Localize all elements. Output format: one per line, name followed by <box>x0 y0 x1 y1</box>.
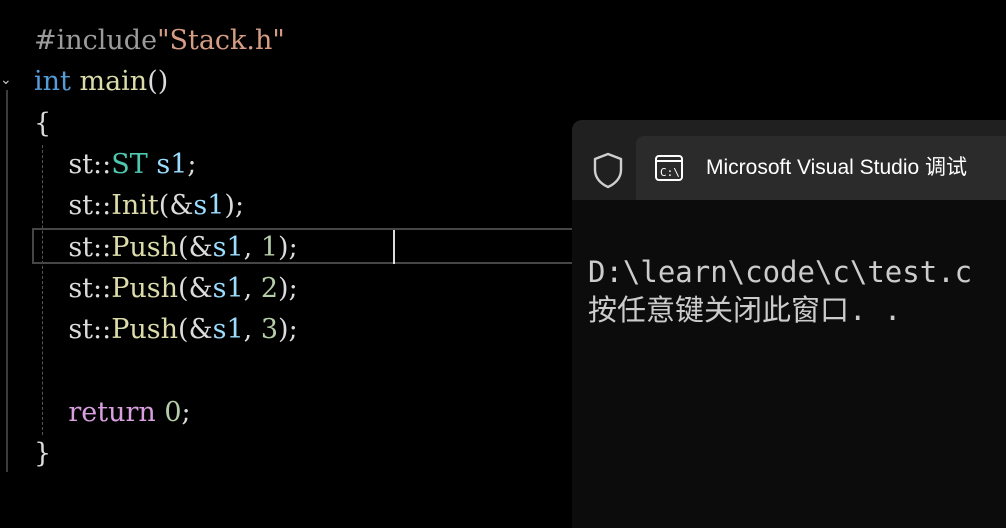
code-line[interactable]: st::ST s1; <box>34 145 197 185</box>
console-tab[interactable]: C:\ Microsoft Visual Studio 调试 <box>636 136 1006 200</box>
code-token: Push <box>111 314 179 346</box>
code-token: "Stack.h" <box>157 25 285 56</box>
code-token: st:: <box>34 190 112 222</box>
code-token: (& <box>178 231 213 263</box>
code-token: st:: <box>34 272 112 304</box>
code-token: , <box>243 231 261 263</box>
code-token: (& <box>178 272 213 304</box>
code-token: s1 <box>212 314 244 346</box>
code-token: (& <box>158 190 194 222</box>
code-line[interactable]: { <box>34 104 51 144</box>
code-line[interactable]: st::Push(&s1, 3); <box>34 310 298 350</box>
svg-text:C:\: C:\ <box>660 166 680 179</box>
code-token: 2 <box>260 272 279 304</box>
code-token: ); <box>278 272 298 304</box>
console-output-line: 按任意键关闭此窗口. . <box>588 293 902 327</box>
code-token: , <box>243 314 261 346</box>
console-titlebar[interactable]: C:\ Microsoft Visual Studio 调试 <box>572 120 1006 200</box>
code-token: s1 <box>212 231 244 263</box>
code-token: ); <box>278 314 298 346</box>
code-token: 1 <box>260 231 279 263</box>
code-token: #include <box>34 25 158 56</box>
code-token: st:: <box>34 148 112 180</box>
code-line[interactable]: #include"Stack.h" <box>34 21 285 61</box>
console-output-line: D:\learn\code\c\test.c <box>588 255 973 289</box>
code-token: main <box>79 66 148 98</box>
code-line[interactable]: st::Push(&s1, 1); <box>34 228 298 268</box>
code-token: (& <box>178 314 213 346</box>
code-token: ST <box>111 148 148 180</box>
code-token: st:: <box>34 314 112 346</box>
code-token: s1 <box>156 148 188 180</box>
console-tab-title: Microsoft Visual Studio 调试 <box>706 156 968 179</box>
code-token: ; <box>187 148 197 180</box>
code-token: s1 <box>212 272 244 304</box>
shield-icon[interactable] <box>590 150 626 190</box>
code-token: Push <box>111 272 179 304</box>
code-token: 3 <box>260 314 279 346</box>
code-token: ; <box>181 396 191 428</box>
code-token: ); <box>278 231 298 263</box>
code-token: , <box>243 272 261 304</box>
code-line[interactable]: int main() <box>34 62 168 102</box>
code-line[interactable]: } <box>34 434 51 474</box>
code-token: () <box>147 66 169 98</box>
code-token: ); <box>224 190 245 222</box>
code-token: { <box>34 107 52 139</box>
code-token: Init <box>111 190 159 222</box>
code-line[interactable]: st::Push(&s1, 2); <box>34 269 298 309</box>
console-app-icon: C:\ <box>655 155 683 181</box>
code-token: } <box>34 438 52 469</box>
code-line[interactable]: st::Init(&s1); <box>34 186 244 226</box>
fold-toggle-icon[interactable]: ⌄ <box>0 72 16 88</box>
gutter-fold-line <box>6 90 8 472</box>
console-window[interactable]: C:\ Microsoft Visual Studio 调试 D:\learn\… <box>572 120 1006 528</box>
code-token: return <box>68 396 156 428</box>
code-line[interactable]: return 0; <box>34 393 191 433</box>
code-token: 0 <box>164 396 182 428</box>
code-token: int <box>34 66 71 98</box>
code-token: s1 <box>193 190 225 222</box>
code-token: st:: <box>34 231 112 263</box>
text-caret <box>393 230 395 264</box>
code-token: Push <box>111 231 179 263</box>
